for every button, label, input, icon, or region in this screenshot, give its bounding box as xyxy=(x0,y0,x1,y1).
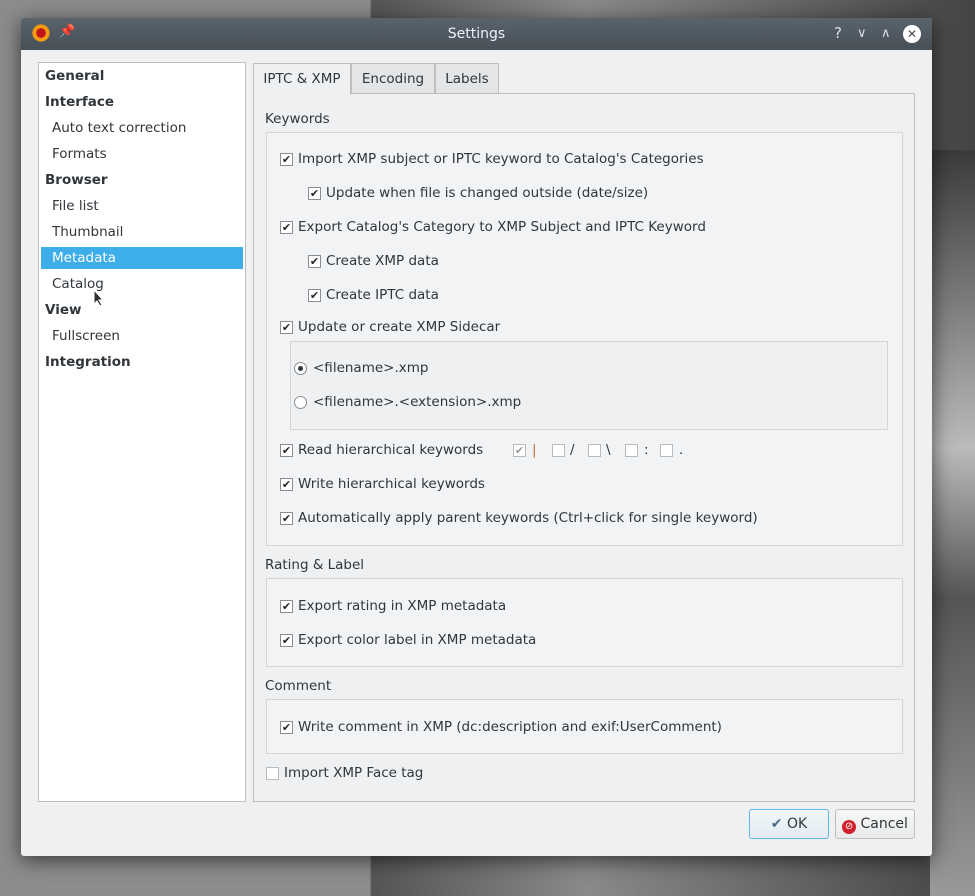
export-rating-label[interactable]: Export rating in XMP metadata xyxy=(298,598,506,614)
sidebar-item-thumbnail[interactable]: Thumbnail xyxy=(41,221,243,243)
export-category-label[interactable]: Export Catalog's Category to XMP Subject… xyxy=(298,219,706,235)
face-tag-checkbox[interactable] xyxy=(266,767,279,780)
maximize-icon[interactable]: ∧ xyxy=(881,26,891,41)
comment-group-label: Comment xyxy=(265,678,332,694)
settings-sidebar: General Interface Auto text correction F… xyxy=(38,62,246,802)
import-subject-checkbox[interactable]: ✔ xyxy=(280,153,293,166)
sidecar-checkbox[interactable]: ✔ xyxy=(280,321,293,334)
export-color-checkbox[interactable]: ✔ xyxy=(280,634,293,647)
face-tag-label[interactable]: Import XMP Face tag xyxy=(284,765,423,781)
cancel-label: Cancel xyxy=(860,816,908,832)
keywords-group: ✔ Import XMP subject or IPTC keyword to … xyxy=(266,132,903,546)
settings-dialog: 📌 Settings ? ∨ ∧ ✕ General Interface Aut… xyxy=(21,18,932,856)
tab-encoding[interactable]: Encoding xyxy=(351,63,435,94)
sidebar-item-view[interactable]: View xyxy=(41,299,243,321)
cancel-button[interactable]: ⊘ Cancel xyxy=(835,809,915,839)
sidebar-item-catalog[interactable]: Catalog xyxy=(41,273,243,295)
read-hierarchical-label[interactable]: Read hierarchical keywords xyxy=(298,442,483,458)
sidebar-item-integration[interactable]: Integration xyxy=(41,351,243,373)
sidecar-options-group: <filename>.xmp <filename>.<extension>.xm… xyxy=(290,341,888,430)
tab-panel: Keywords ✔ Import XMP subject or IPTC ke… xyxy=(253,93,915,802)
sidecar-option-extension-radio[interactable] xyxy=(294,396,307,409)
export-category-checkbox[interactable]: ✔ xyxy=(280,221,293,234)
sidebar-item-file-list[interactable]: File list xyxy=(41,195,243,217)
sidecar-option-filename-label[interactable]: <filename>.xmp xyxy=(313,360,428,376)
write-hierarchical-checkbox[interactable]: ✔ xyxy=(280,478,293,491)
keywords-group-label: Keywords xyxy=(265,111,330,127)
window-title: Settings xyxy=(447,26,506,42)
export-rating-checkbox[interactable]: ✔ xyxy=(280,600,293,613)
rating-group: ✔ Export rating in XMP metadata ✔ Export… xyxy=(266,578,903,667)
cancel-icon: ⊘ xyxy=(842,820,857,834)
update-changed-checkbox[interactable]: ✔ xyxy=(308,187,321,200)
write-comment-checkbox[interactable]: ✔ xyxy=(280,721,293,734)
write-comment-label[interactable]: Write comment in XMP (dc:description and… xyxy=(298,719,722,735)
sidecar-option-extension-label[interactable]: <filename>.<extension>.xmp xyxy=(313,394,521,410)
separator-dot-checkbox[interactable] xyxy=(660,444,673,457)
sidebar-item-auto-text-correction[interactable]: Auto text correction xyxy=(41,117,243,139)
create-iptc-label[interactable]: Create IPTC data xyxy=(326,287,439,303)
read-hierarchical-checkbox[interactable]: ✔ xyxy=(280,444,293,457)
separator-backslash-label: \ xyxy=(606,442,611,458)
create-xmp-checkbox[interactable]: ✔ xyxy=(308,255,321,268)
close-icon[interactable]: ✕ xyxy=(903,25,921,43)
checkmark-icon: ✔ xyxy=(770,816,783,832)
ok-button[interactable]: ✔ OK xyxy=(749,809,829,839)
tab-labels[interactable]: Labels xyxy=(435,63,499,94)
separator-pipe-label: | xyxy=(532,442,537,458)
create-xmp-label[interactable]: Create XMP data xyxy=(326,253,439,269)
write-hierarchical-label[interactable]: Write hierarchical keywords xyxy=(298,476,485,492)
separator-colon-label: : xyxy=(644,442,649,458)
sidecar-option-filename-radio[interactable] xyxy=(294,362,307,375)
auto-parent-label[interactable]: Automatically apply parent keywords (Ctr… xyxy=(298,510,758,526)
update-changed-label[interactable]: Update when file is changed outside (dat… xyxy=(326,185,648,201)
ok-label: OK xyxy=(786,816,808,832)
separator-backslash-checkbox[interactable] xyxy=(588,444,601,457)
separator-pipe-checkbox[interactable]: ✔ xyxy=(513,444,526,457)
sidebar-item-metadata[interactable]: Metadata xyxy=(41,247,243,269)
help-icon[interactable]: ? xyxy=(834,24,842,42)
background-photo xyxy=(930,150,975,896)
sidebar-item-fullscreen[interactable]: Fullscreen xyxy=(41,325,243,347)
separator-slash-label: / xyxy=(570,442,575,458)
sidecar-label[interactable]: Update or create XMP Sidecar xyxy=(298,319,500,335)
tab-iptc-xmp[interactable]: IPTC & XMP xyxy=(253,63,351,95)
auto-parent-checkbox[interactable]: ✔ xyxy=(280,512,293,525)
comment-group: ✔ Write comment in XMP (dc:description a… xyxy=(266,699,903,754)
separator-dot-label: . xyxy=(679,442,684,458)
minimize-icon[interactable]: ∨ xyxy=(857,26,867,41)
sidebar-item-general[interactable]: General xyxy=(41,65,243,87)
rating-group-label: Rating & Label xyxy=(265,557,365,573)
separator-colon-checkbox[interactable] xyxy=(625,444,638,457)
sidebar-item-interface[interactable]: Interface xyxy=(41,91,243,113)
mouse-cursor-icon xyxy=(93,289,105,307)
sidebar-item-formats[interactable]: Formats xyxy=(41,143,243,165)
export-color-label[interactable]: Export color label in XMP metadata xyxy=(298,632,536,648)
separator-slash-checkbox[interactable] xyxy=(552,444,565,457)
import-subject-label[interactable]: Import XMP subject or IPTC keyword to Ca… xyxy=(298,151,704,167)
sidebar-item-browser[interactable]: Browser xyxy=(41,169,243,191)
create-iptc-checkbox[interactable]: ✔ xyxy=(308,289,321,302)
title-bar[interactable]: 📌 Settings ? ∨ ∧ ✕ xyxy=(21,18,932,50)
